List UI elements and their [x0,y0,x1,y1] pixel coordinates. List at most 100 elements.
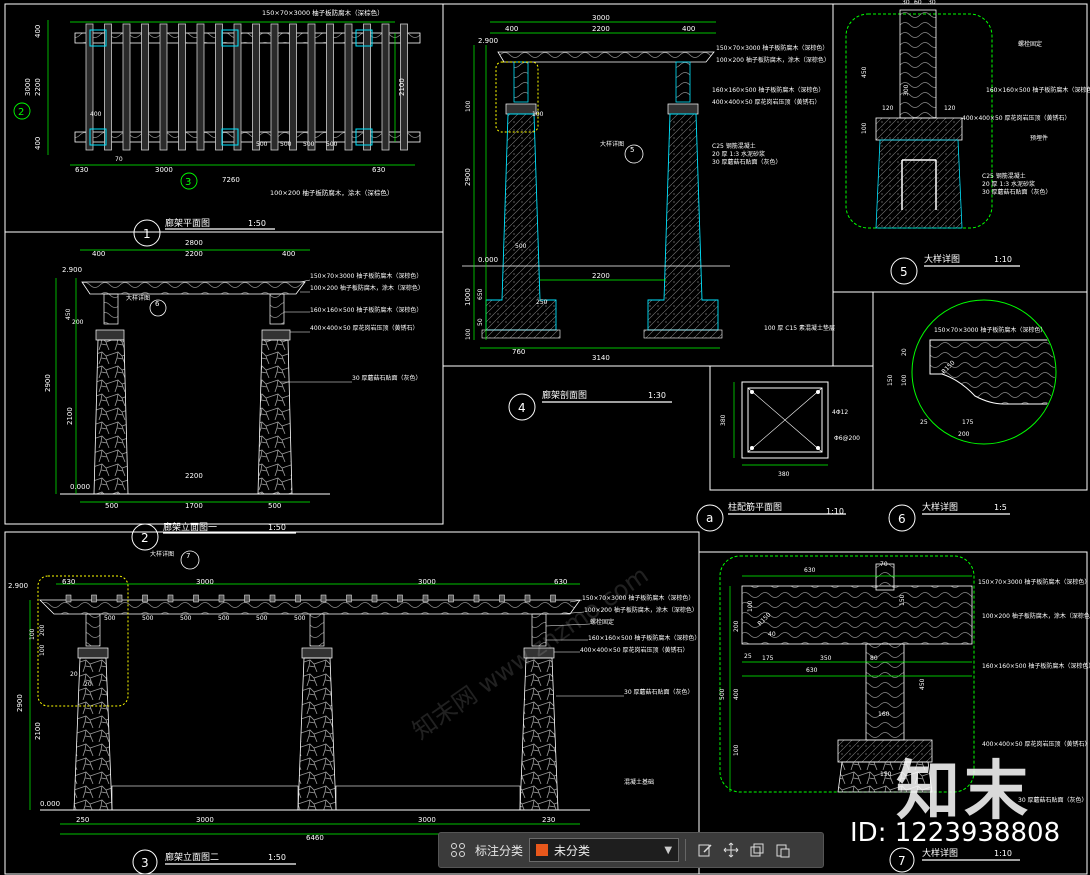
rafter [178,23,186,151]
d7-dim-3: 200 [733,620,740,632]
d6-dim-4: 200 [958,431,970,438]
s-left-3: 0.000 [478,256,498,264]
e1-note-3: 400×400×50 厚花岗岩压顶（黄锈石） [310,324,419,332]
s-top-0: 3000 [592,14,610,22]
e1-title-no: 2 [141,531,149,545]
purlin-end [91,594,97,603]
e1-left-2: 200 [72,319,84,326]
rafter [122,23,131,151]
s-top-3: 400 [682,25,695,33]
d7-dim-13: 500 [719,688,726,700]
purlin-end [218,594,225,603]
d7-dim-15: 100 [733,744,740,756]
s-bot-4: 500 [515,243,527,250]
e1-top-2: 400 [92,250,105,258]
d7-dim-11: 630 [806,667,818,674]
plan-dim-b2: 7260 [222,176,240,184]
d5-dim-3: 450 [861,66,868,78]
rafter [141,23,149,151]
d6-scale: 1:5 [994,503,1007,512]
s-left-5: 650 [477,288,484,300]
d6-dim-3: 175 [962,419,974,426]
purlin-end [473,594,480,603]
e2-left-2: 2100 [34,722,42,740]
purlin-end [397,594,403,603]
detail-a-rebar: 380 380 4Φ12 Φ6@200 a 柱配筋平面图 1:10 [696,381,860,532]
purlin-end [550,594,556,603]
d5-title: 大样详图 [924,253,960,265]
da-title-no: a [706,511,713,525]
s-note-0: 150×70×3000 柚子板防腐木（深棕色） [716,44,828,52]
e2-left-4: 20 [70,671,78,678]
paste-icon[interactable] [770,837,796,863]
d5-note-2: 400×400×50 厚花岗岩压顶（黄锈石） [962,114,1071,122]
purlin-end [320,594,327,603]
s-left-2: 2900 [464,168,472,186]
s-left-0: 2.900 [478,37,498,45]
d6-dim-6: 25 [920,419,928,426]
da-dim-1: 380 [778,471,790,478]
s-top-2: 400 [505,25,518,33]
purlin-end [422,594,429,603]
e1-title: 廊架立面图一 [163,521,217,533]
rafter [289,23,297,151]
d7-dim-16: 450 [919,678,926,690]
da-dim-0: 380 [720,414,727,426]
e2-top-1: 630 [62,578,75,586]
d5-note-6: 30 厚蘑菇石贴面（灰色） [982,188,1052,196]
e1-top-0: 2800 [185,239,203,247]
d5-note-5: 20 厚 1:3 水泥砂浆 [982,180,1035,188]
d7-dim-7: 25 [744,653,752,660]
da-dim-2: 4Φ12 [832,409,848,416]
s-left-7: 100 [465,328,472,340]
move-icon[interactable] [718,837,744,863]
toolbar-divider [685,839,687,861]
copy-icon[interactable] [744,837,770,863]
d5-title-no: 5 [900,265,908,279]
purlin-end [193,594,199,603]
plan-dim-right: 2100 [398,78,406,96]
d5-dim-6: 100 [861,122,868,134]
purlin-end [244,594,250,603]
chevron-down-icon: ▼ [664,844,673,856]
plan-title: 廊架平面图 [165,217,210,229]
d7-dim-0: 630 [804,567,816,574]
elevation-one: 2800 2200 400 400 2.900 450 200 2900 210… [44,239,424,551]
e1-bot-1: 1700 [185,502,203,510]
plan-dim-m0: 400 [90,111,102,118]
purlin-end [448,594,454,603]
annotation-category-select[interactable]: 未分类 ▼ [529,838,680,862]
d7-scale: 1:10 [994,849,1012,858]
da-title: 柱配筋平面图 [728,501,782,513]
purlin-end [116,594,123,603]
annotation-toolbar: 标注分类 未分类 ▼ [438,832,824,868]
e2-title-no: 3 [141,856,149,870]
watermark-id: ID: 1223938808 [850,818,1061,848]
e1-left-1: 450 [65,308,72,320]
s-bot-3: 250 [536,299,548,306]
grid-icon[interactable] [445,837,471,863]
plan-dim-m1: 500 [256,141,268,148]
e2-mid-0: 500 [104,615,116,622]
e2-bot-1: 3000 [196,816,214,824]
e2-left-0: 100 [29,628,36,640]
d6-dim-2: 20 [901,348,908,356]
plan-dim-m3: 500 [303,141,315,148]
edit-icon[interactable] [692,837,718,863]
s-bot-0: 760 [512,348,525,356]
d5-scale: 1:10 [994,255,1012,264]
s-bot-1: 3140 [592,354,610,362]
purlin-end [499,594,505,603]
purlin-end [65,594,72,603]
d6-note: 150×70×3000 柚子板防腐木（深棕色） [934,326,1046,334]
d7-dim-14: 160 [878,711,890,718]
category-color-swatch [536,844,549,856]
plan-dim-m5: 70 [115,156,123,163]
e2-mid-3: 500 [218,615,230,622]
plan-title-no: 1 [143,227,151,241]
plan-top-note: 150×70×3000 柚子板防腐木（深棕色） [262,8,384,17]
s-left-4: 1000 [464,288,472,306]
e1-top-1: 2200 [185,250,203,258]
s-bot-5: 100 [532,111,544,118]
e1-note-1: 100×200 柚子板防腐木，涂木（深棕色） [310,284,424,292]
